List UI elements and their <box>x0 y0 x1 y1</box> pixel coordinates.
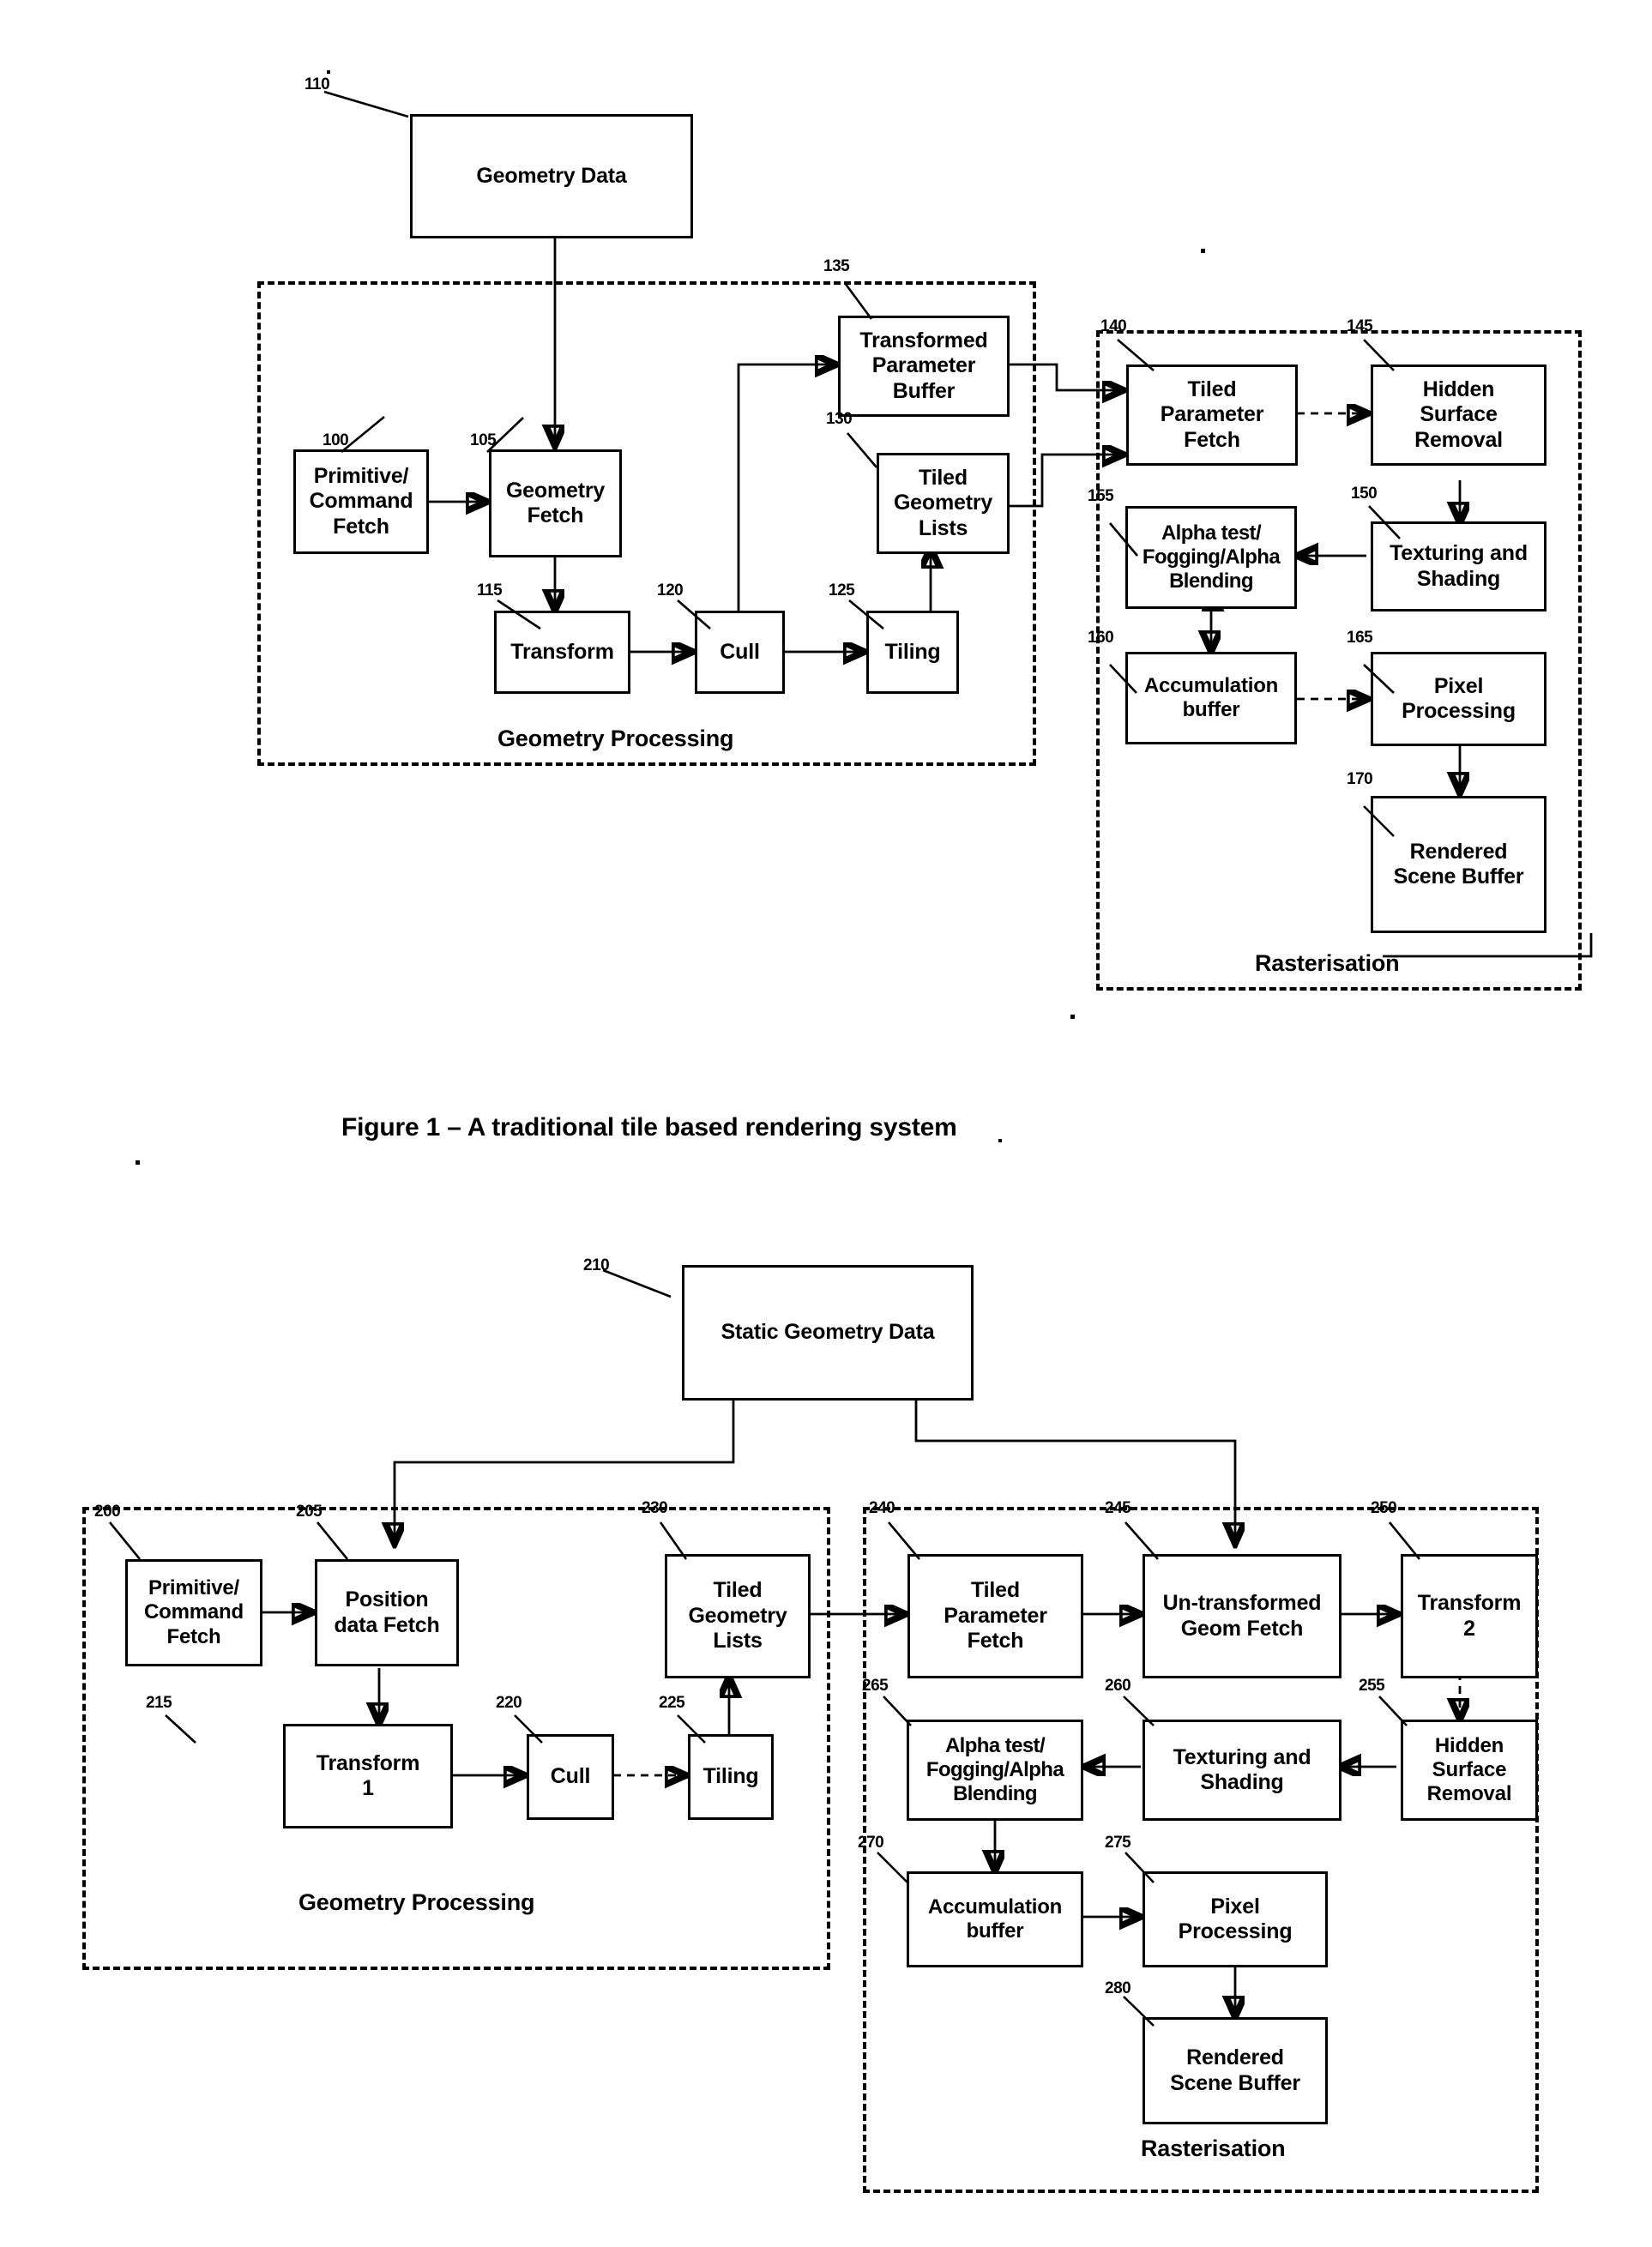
fig2-ref-245: 245 <box>1105 1499 1131 1517</box>
fig2-ref-260: 260 <box>1105 1677 1131 1695</box>
patent-figure-sheet: Geometry Data 110 Primitive/ Command Fet… <box>0 0 1652 2247</box>
fig2-ref-255: 255 <box>1359 1677 1385 1695</box>
fig2-ref-275: 275 <box>1105 1834 1131 1852</box>
fig2-ref-240: 240 <box>869 1499 895 1517</box>
fig2-ref-270: 270 <box>858 1834 884 1852</box>
fig2-ref-265: 265 <box>862 1677 889 1695</box>
fig2-ref-250: 250 <box>1371 1499 1397 1517</box>
fig2-ref-230: 230 <box>642 1499 668 1517</box>
fig2-ref-220: 220 <box>496 1694 522 1712</box>
fig2-ref-210: 210 <box>583 1256 610 1274</box>
fig2-ref-280: 280 <box>1105 1979 1131 1997</box>
fig2-ref-225: 225 <box>659 1694 685 1712</box>
fig2-ref-215: 215 <box>146 1694 172 1712</box>
fig2-leaders <box>108 1268 1421 2027</box>
fig2-ref-200: 200 <box>94 1503 121 1521</box>
fig2-ref-205: 205 <box>296 1503 323 1521</box>
